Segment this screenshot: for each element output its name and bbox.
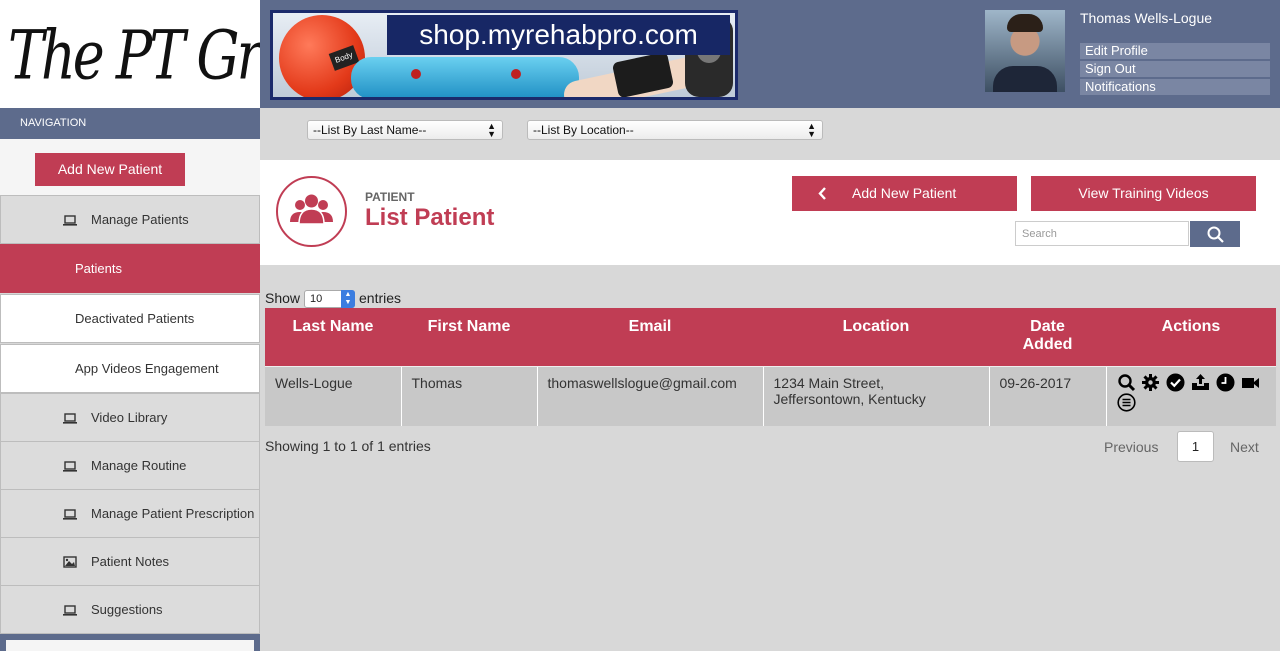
cell-actions [1105,365,1276,426]
column-header-date-added[interactable]: Date Added [989,308,1106,366]
sidebar-item-manage-patient-prescription[interactable]: Manage Patient Prescription [0,489,260,538]
table-header-row: Last Name First Name Email Location Date… [265,308,1276,366]
logo-text: The PT Group [8,16,260,95]
laptop-icon [63,509,77,520]
view-training-videos-button[interactable]: View Training Videos [1031,176,1256,211]
sidebar-item-deactivated-patients[interactable]: Deactivated Patients [0,294,260,343]
sidebar-item-video-library[interactable]: Video Library [0,393,260,442]
sidebar-item-patients[interactable]: Patients [0,244,260,293]
last-name-filter-select[interactable]: --List By Last Name-- ▲ ▼ [307,120,503,140]
sidebar-item-label: App Videos Engagement [75,361,219,376]
entries-label: entries [359,290,402,306]
add-new-patient-button[interactable]: Add New Patient [792,176,1017,211]
table-summary: Showing 1 to 1 of 1 entries [265,438,431,454]
laptop-icon [63,605,77,616]
shop-banner[interactable]: Body shop.myrehabpro.com [270,10,738,100]
chevron-left-icon [818,187,826,200]
cell-location: 1234 Main Street, Jeffersontown, Kentuck… [762,365,989,426]
sidebar-item-label: Video Library [91,410,168,425]
pagination-previous[interactable]: Previous [1104,439,1158,455]
banner-url: shop.myrehabpro.com [419,19,698,50]
add-new-patient-label: Add New Patient [852,185,957,201]
sidebar-item-label: Deactivated Patients [75,311,195,326]
show-label: Show [265,290,301,306]
column-header-first-name[interactable]: First Name [401,308,537,366]
image-icon [63,556,77,568]
sign-out-link[interactable]: Sign Out [1080,61,1270,77]
select-value: --List By Location-- [533,123,634,137]
list-circle-icon[interactable] [1116,392,1136,412]
clock-icon[interactable] [1216,373,1235,392]
sidebar-item-label: Manage Patients [91,212,189,227]
sidebar-add-new-patient-button[interactable]: Add New Patient [35,153,185,186]
cell-date-added: 09-26-2017 [988,365,1106,426]
sidebar-item-label: Patient Notes [91,554,170,569]
entries-per-page-value: 10 [310,293,323,305]
column-header-location[interactable]: Location [763,308,989,366]
sidebar-item-manage-patients[interactable]: Manage Patients [0,195,260,244]
search-icon[interactable] [1117,373,1136,392]
spinner-arrows-icon: ▲ ▼ [341,290,355,308]
pagination-page-1[interactable]: 1 [1177,431,1214,462]
laptop-icon [63,413,77,424]
avatar [985,10,1065,92]
laptop-icon [63,215,77,226]
logo[interactable]: The PT Group [0,0,260,108]
select-arrows-icon: ▲ ▼ [807,121,816,139]
inbox-upload-icon[interactable] [1191,373,1210,392]
entries-per-page-select[interactable]: 10 ▲ ▼ [304,290,355,308]
select-value: --List By Last Name-- [313,123,427,137]
gear-icon[interactable] [1141,373,1160,392]
video-camera-icon[interactable] [1241,373,1260,392]
select-arrows-icon: ▲ ▼ [487,121,496,139]
page-title: List Patient [365,204,495,231]
user-name: Thomas Wells-Logue [1080,10,1213,26]
navigation-heading: NAVIGATION [0,108,260,139]
column-header-email[interactable]: Email [537,308,763,366]
check-circle-icon[interactable] [1166,373,1185,392]
cell-email: thomaswellslogue@gmail.com [536,365,763,426]
sidebar-footer [0,634,260,651]
sidebar-item-label: Patients [75,261,122,276]
sidebar-item-manage-routine[interactable]: Manage Routine [0,441,260,490]
sidebar-item-label: Manage Routine [91,458,187,473]
column-header-actions: Actions [1106,308,1276,366]
search-icon [1207,226,1224,243]
sidebar-item-patient-notes[interactable]: Patient Notes [0,537,260,586]
pagination-next[interactable]: Next [1230,439,1259,455]
patients-group-icon [276,176,347,247]
search-button[interactable] [1190,221,1240,247]
sidebar-item-label: Manage Patient Prescription [91,506,255,521]
foam-roller-image [351,57,579,97]
cell-first-name: Thomas [400,365,537,426]
sidebar-item-app-videos-engagement[interactable]: App Videos Engagement [0,344,260,393]
sidebar-item-suggestions[interactable]: Suggestions [0,585,260,634]
notifications-link[interactable]: Notifications [1080,79,1270,95]
cell-last-name: Wells-Logue [265,365,401,426]
search-input[interactable] [1015,221,1189,246]
edit-profile-link[interactable]: Edit Profile [1080,43,1270,59]
table-row: Wells-Logue Thomas thomaswellslogue@gmai… [265,365,1276,426]
laptop-icon [63,461,77,472]
banner-url-box: shop.myrehabpro.com [387,15,730,55]
patients-table: Last Name First Name Email Location Date… [265,308,1276,426]
location-filter-select[interactable]: --List By Location-- ▲ ▼ [527,120,823,140]
page-subtitle: PATIENT [365,190,415,204]
column-header-last-name[interactable]: Last Name [265,308,401,366]
sidebar-item-label: Suggestions [91,602,163,617]
